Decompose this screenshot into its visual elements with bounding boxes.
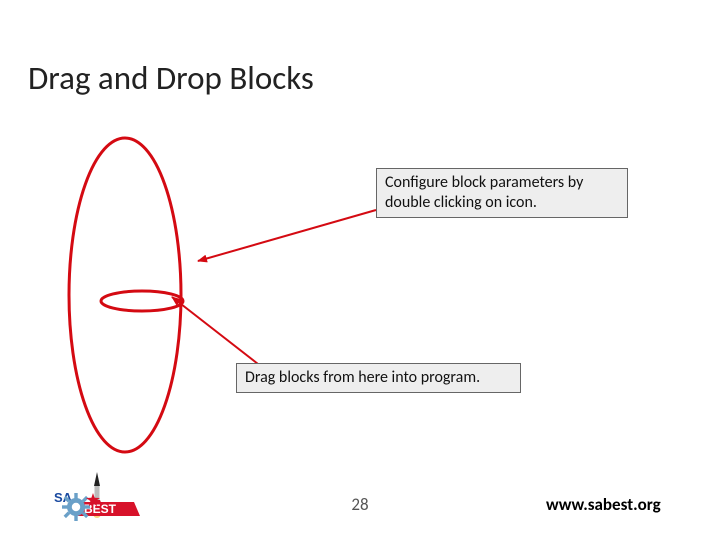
callout-configure: Configure block parameters by double cli…	[376, 168, 628, 218]
callout-drag: Drag blocks from here into program.	[236, 363, 521, 393]
footer-url: www.sabest.org	[546, 494, 661, 515]
arrow-drag	[172, 297, 258, 364]
ellipse-horizontal	[101, 291, 183, 311]
arrow-configure	[198, 210, 376, 261]
page-title: Drag and Drop Blocks	[28, 58, 314, 98]
ellipse-vertical	[69, 138, 181, 452]
slide: Drag and Drop Blocks Configure block par…	[0, 0, 720, 540]
footer: 28 www.sabest.org	[0, 490, 720, 518]
